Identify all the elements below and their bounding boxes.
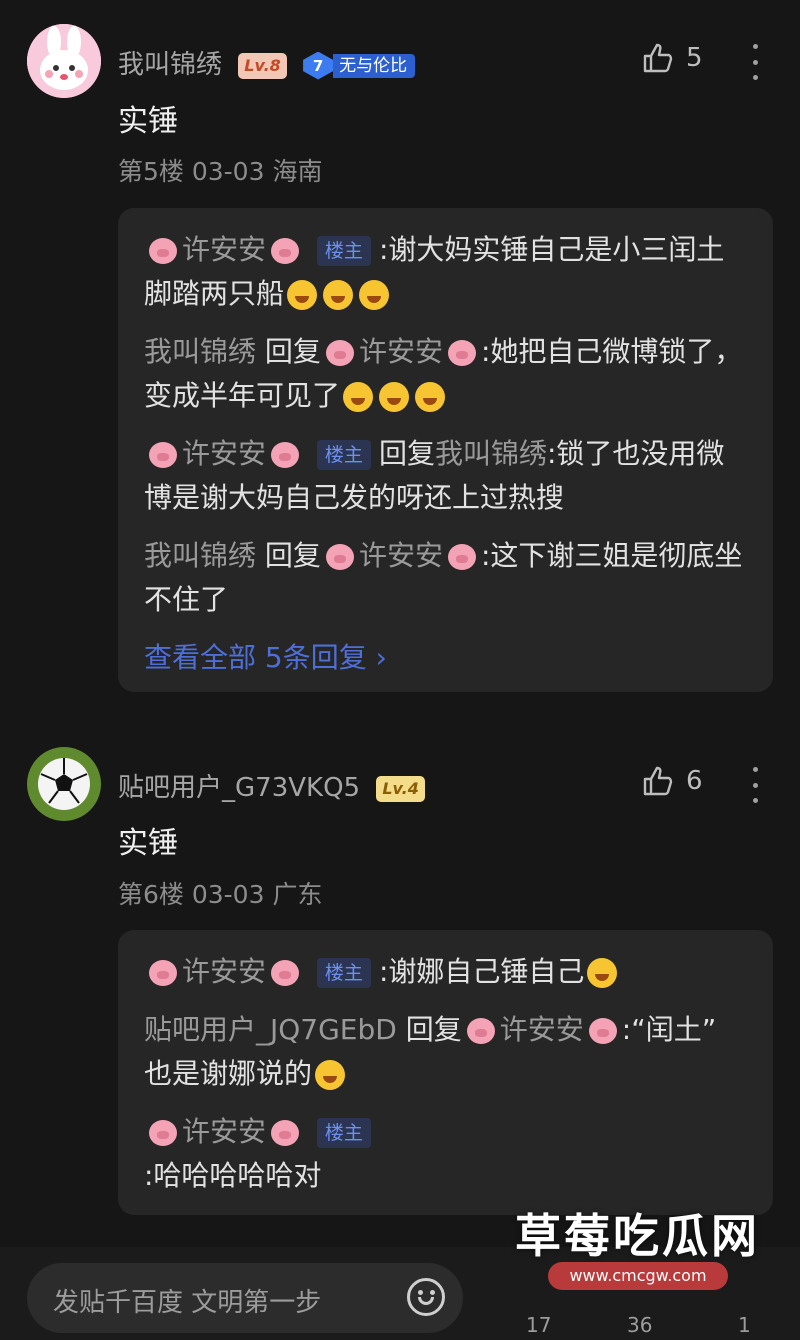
pig-emoji-icon <box>323 542 357 572</box>
reply-target[interactable]: 许安安 <box>359 335 443 368</box>
like-button[interactable]: 5 <box>642 42 703 74</box>
op-badge: 楼主 <box>316 958 371 988</box>
reply-item[interactable]: 贴吧用户_JQ7GEbD 回复 许安安:“闰土” 也是谢娜说的 <box>144 1008 747 1096</box>
reply-item[interactable]: 许安安 楼主 回复我叫锦绣:锁了也没用微博是谢大妈自己发的呀还上过热搜 <box>144 432 747 520</box>
count-2[interactable]: 36 <box>627 1313 652 1337</box>
smile-icon[interactable] <box>407 1278 445 1316</box>
reply-target[interactable]: 我叫锦绣 <box>435 437 547 470</box>
pig-emoji-icon <box>268 236 302 266</box>
reply-author[interactable]: 我叫锦绣 <box>144 539 256 572</box>
op-badge: 楼主 <box>316 1118 371 1148</box>
honor-badge-text: 无与伦比 <box>333 53 416 78</box>
level-badge: Lv.4 <box>376 775 425 802</box>
view-all-replies-link[interactable]: 查看全部 5条回复 › <box>144 636 747 702</box>
pig-emoji-icon <box>268 958 302 988</box>
reply-item[interactable]: 许安安 楼主 :哈哈哈哈哈对 <box>144 1110 747 1198</box>
reply-target[interactable]: 许安安 <box>359 539 443 572</box>
count-1[interactable]: 17 <box>526 1313 551 1337</box>
pig-emoji-icon <box>146 440 180 470</box>
reply-text: :哈哈哈哈哈对 <box>144 1159 322 1192</box>
pig-emoji-icon <box>586 1016 620 1046</box>
yum-emoji-icon <box>415 382 446 412</box>
thumb-up-icon <box>643 43 673 73</box>
reply-text: :谢娜自己锤自己 <box>378 955 585 988</box>
watermark-url: www.cmcgw.com <box>548 1262 728 1290</box>
reply-author[interactable]: 我叫锦绣 <box>144 335 256 368</box>
reply-box[interactable]: 许安安 楼主:谢娜自己锤自己 贴吧用户_JQ7GEbD 回复 许安安:“闰土” 也… <box>118 930 773 1215</box>
reply-author[interactable]: 许安安 <box>182 233 266 266</box>
reply-item[interactable]: 许安安 楼主:谢娜自己锤自己 <box>144 950 747 994</box>
pig-emoji-icon <box>146 1118 180 1148</box>
username-row: 贴吧用户_G73VKQ5 Lv.4 <box>118 767 425 804</box>
like-count: 6 <box>686 766 703 796</box>
post-meta: 第5楼 03-03 海南 <box>118 157 323 186</box>
op-badge: 楼主 <box>316 236 371 266</box>
thumb-up-icon <box>643 766 673 796</box>
reply-author[interactable]: 贴吧用户_JQ7GEbD <box>144 1013 397 1046</box>
post-content: 实锤 <box>118 826 178 861</box>
laugh-emoji-icon <box>315 1060 346 1090</box>
pig-emoji-icon <box>146 958 180 988</box>
reply-box[interactable]: 许安安 楼主:谢大妈实锤自己是小三闰土脚踏两只船 我叫锦绣 回复 许安安:她把自己… <box>118 208 773 692</box>
op-badge: 楼主 <box>316 440 371 470</box>
comment-input[interactable]: 发贴千百度 文明第一步 <box>27 1263 463 1333</box>
pig-emoji-icon <box>146 236 180 266</box>
reply-target[interactable]: 许安安 <box>500 1013 584 1046</box>
reply-word: 回复 <box>264 335 321 368</box>
yum-emoji-icon <box>343 382 374 412</box>
more-options-icon[interactable] <box>745 44 765 80</box>
pig-emoji-icon <box>445 338 479 368</box>
like-count: 5 <box>686 43 703 73</box>
post-meta: 第6楼 03-03 广东 <box>118 880 323 909</box>
reply-word: 回复 <box>264 539 321 572</box>
reply-item[interactable]: 我叫锦绣 回复 许安安:她把自己微博锁了，变成半年可见了 <box>144 330 747 418</box>
reply-word: 回复 <box>405 1013 462 1046</box>
yum-emoji-icon <box>379 382 410 412</box>
username[interactable]: 我叫锦绣 <box>118 50 222 80</box>
pig-emoji-icon <box>445 542 479 572</box>
reply-item[interactable]: 许安安 楼主:谢大妈实锤自己是小三闰土脚踏两只船 <box>144 228 747 316</box>
laugh-emoji-icon <box>287 280 318 310</box>
reply-word: 回复 <box>378 437 435 470</box>
comment-input-placeholder: 发贴千百度 文明第一步 <box>53 1288 322 1318</box>
like-button[interactable]: 6 <box>642 765 703 797</box>
level-badge: Lv.8 <box>238 52 287 79</box>
reply-author[interactable]: 许安安 <box>182 437 266 470</box>
reply-author[interactable]: 许安安 <box>182 1115 266 1148</box>
laugh-emoji-icon <box>587 958 618 988</box>
diamond-icon: 7 <box>303 51 334 80</box>
username[interactable]: 贴吧用户_G73VKQ5 <box>118 773 360 803</box>
avatar[interactable] <box>27 747 101 821</box>
pig-emoji-icon <box>268 1118 302 1148</box>
pig-emoji-icon <box>268 440 302 470</box>
pig-emoji-icon <box>464 1016 498 1046</box>
laugh-emoji-icon <box>359 280 390 310</box>
post-content: 实锤 <box>118 104 178 139</box>
reply-item[interactable]: 我叫锦绣 回复 许安安:这下谢三姐是彻底坐不住了 <box>144 534 747 622</box>
reply-author[interactable]: 许安安 <box>182 955 266 988</box>
watermark-title: 草莓吃瓜网 <box>515 1209 760 1263</box>
bunny-avatar-icon <box>27 24 101 98</box>
honor-badge: 7 无与伦比 <box>303 51 416 80</box>
avatar[interactable] <box>27 24 101 98</box>
count-3[interactable]: 1 <box>738 1313 751 1337</box>
soccer-ball-avatar-icon <box>27 747 101 821</box>
more-options-icon[interactable] <box>745 767 765 803</box>
username-row: 我叫锦绣 Lv.8 7 无与伦比 <box>118 44 416 81</box>
laugh-emoji-icon <box>323 280 354 310</box>
pig-emoji-icon <box>323 338 357 368</box>
